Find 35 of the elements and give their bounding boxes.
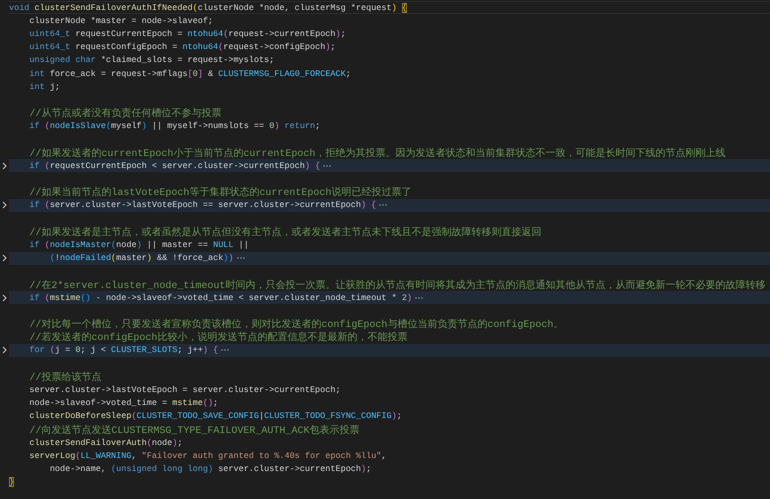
code-line: clusterNode *master = node->slaveof; bbox=[28, 14, 214, 28]
ellipsis-icon[interactable] bbox=[220, 347, 230, 354]
ellipsis-icon[interactable] bbox=[378, 202, 388, 208]
code-line: //若发送者的configEpoch比较小，说明发送节点的配置信息不是最新的，不能投票 bbox=[28, 330, 408, 344]
code-line: if (nodeIsSlave(myself) || myself->numslots == 0) return; bbox=[28, 120, 322, 133]
code-line: server.cluster->lastVoteEpoch = server.cluster->currentEpoch; bbox=[28, 384, 342, 397]
chevron-right-icon[interactable] bbox=[2, 254, 7, 262]
code-line: //如果发送者是主节点，或者虽然是从节点但没有主节点，或者发送者主节点未下线且不是强制故障转移则直接返回 bbox=[28, 226, 542, 238]
code-line: node->slaveof->voted_time = mstime(); bbox=[28, 397, 220, 410]
code-line: //投票给该节点 bbox=[28, 370, 102, 384]
ellipsis-icon[interactable] bbox=[322, 162, 332, 169]
code-line: //如果当前节点的lastVoteEpoch等于集群状态的currentEpoch说明已经投过票了 bbox=[28, 186, 412, 199]
ellipsis-icon[interactable] bbox=[236, 255, 246, 262]
code-line: void clusterSendFailoverAuthIfNeeded(clusterNode *node, clusterMsg *request) { bbox=[9, 1, 770, 14]
chevron-right-icon[interactable] bbox=[2, 162, 7, 170]
code-line: int j; bbox=[28, 80, 62, 94]
code-line: clusterSendFailoverAuth(node); bbox=[28, 436, 184, 450]
chevron-right-icon[interactable] bbox=[2, 294, 7, 302]
chevron-right-icon[interactable] bbox=[2, 346, 7, 354]
code-line: uint64_t requestCurrentEpoch = ntohu64(request->currentEpoch); bbox=[28, 28, 347, 41]
code-line: //从节点或者没有负责任何槽位不参与投票 bbox=[28, 106, 222, 120]
code-line: clusterDoBeforeSleep(CLUSTER_TODO_SAVE_CONFIG|CLUSTER_TODO_FSYNC_CONFIG); bbox=[28, 410, 403, 423]
code-line: unsigned char *claimed_slots = request->myslots; bbox=[28, 54, 276, 67]
code-line: //对比每一个槽位，只要发送者宣称负责该槽位，则对比发送者的configEpoch与槽位当前负责节点的configEpoch。 bbox=[28, 318, 564, 331]
chevron-right-icon[interactable] bbox=[2, 201, 7, 210]
code-line: serverLog(LL_WARNING, "Failover auth granted to %.40s for epoch %llu", bbox=[28, 450, 388, 463]
code-line: int force_ack = request->mflags[0] & CLUSTERMSG_FLAG0_FORCEACK; bbox=[28, 68, 352, 80]
code-line: uint64_t requestConfigEpoch = ntohu64(request->configEpoch); bbox=[28, 41, 337, 54]
code-line: } bbox=[9, 476, 16, 489]
code-line: if (nodeIsMaster(node) || master == NULL || bbox=[28, 238, 250, 252]
code-line: node->name, (unsigned long long) server.cluster->currentEpoch); bbox=[48, 463, 372, 476]
ellipsis-icon[interactable] bbox=[414, 294, 424, 301]
code-line: //如果发送者的currentEpoch小于当前节点的currentEpoch，拒绝为其投票。因为发送者状态和当前集群状态不一致，可能是长时间下线的节点刚刚上线 bbox=[28, 146, 726, 160]
code-line: //向发送节点发送CLUSTERMSG_TYPE_FAILOVER_AUTH_ACK包表示投票 bbox=[28, 424, 360, 436]
code-line: //在2*server.cluster_node_timeout时间内，只会投一次票。让获胜的从节点有时间将其成为主节点的消息通知其他从节点，从而避免新一轮不必要的故障转移 bbox=[28, 278, 766, 292]
